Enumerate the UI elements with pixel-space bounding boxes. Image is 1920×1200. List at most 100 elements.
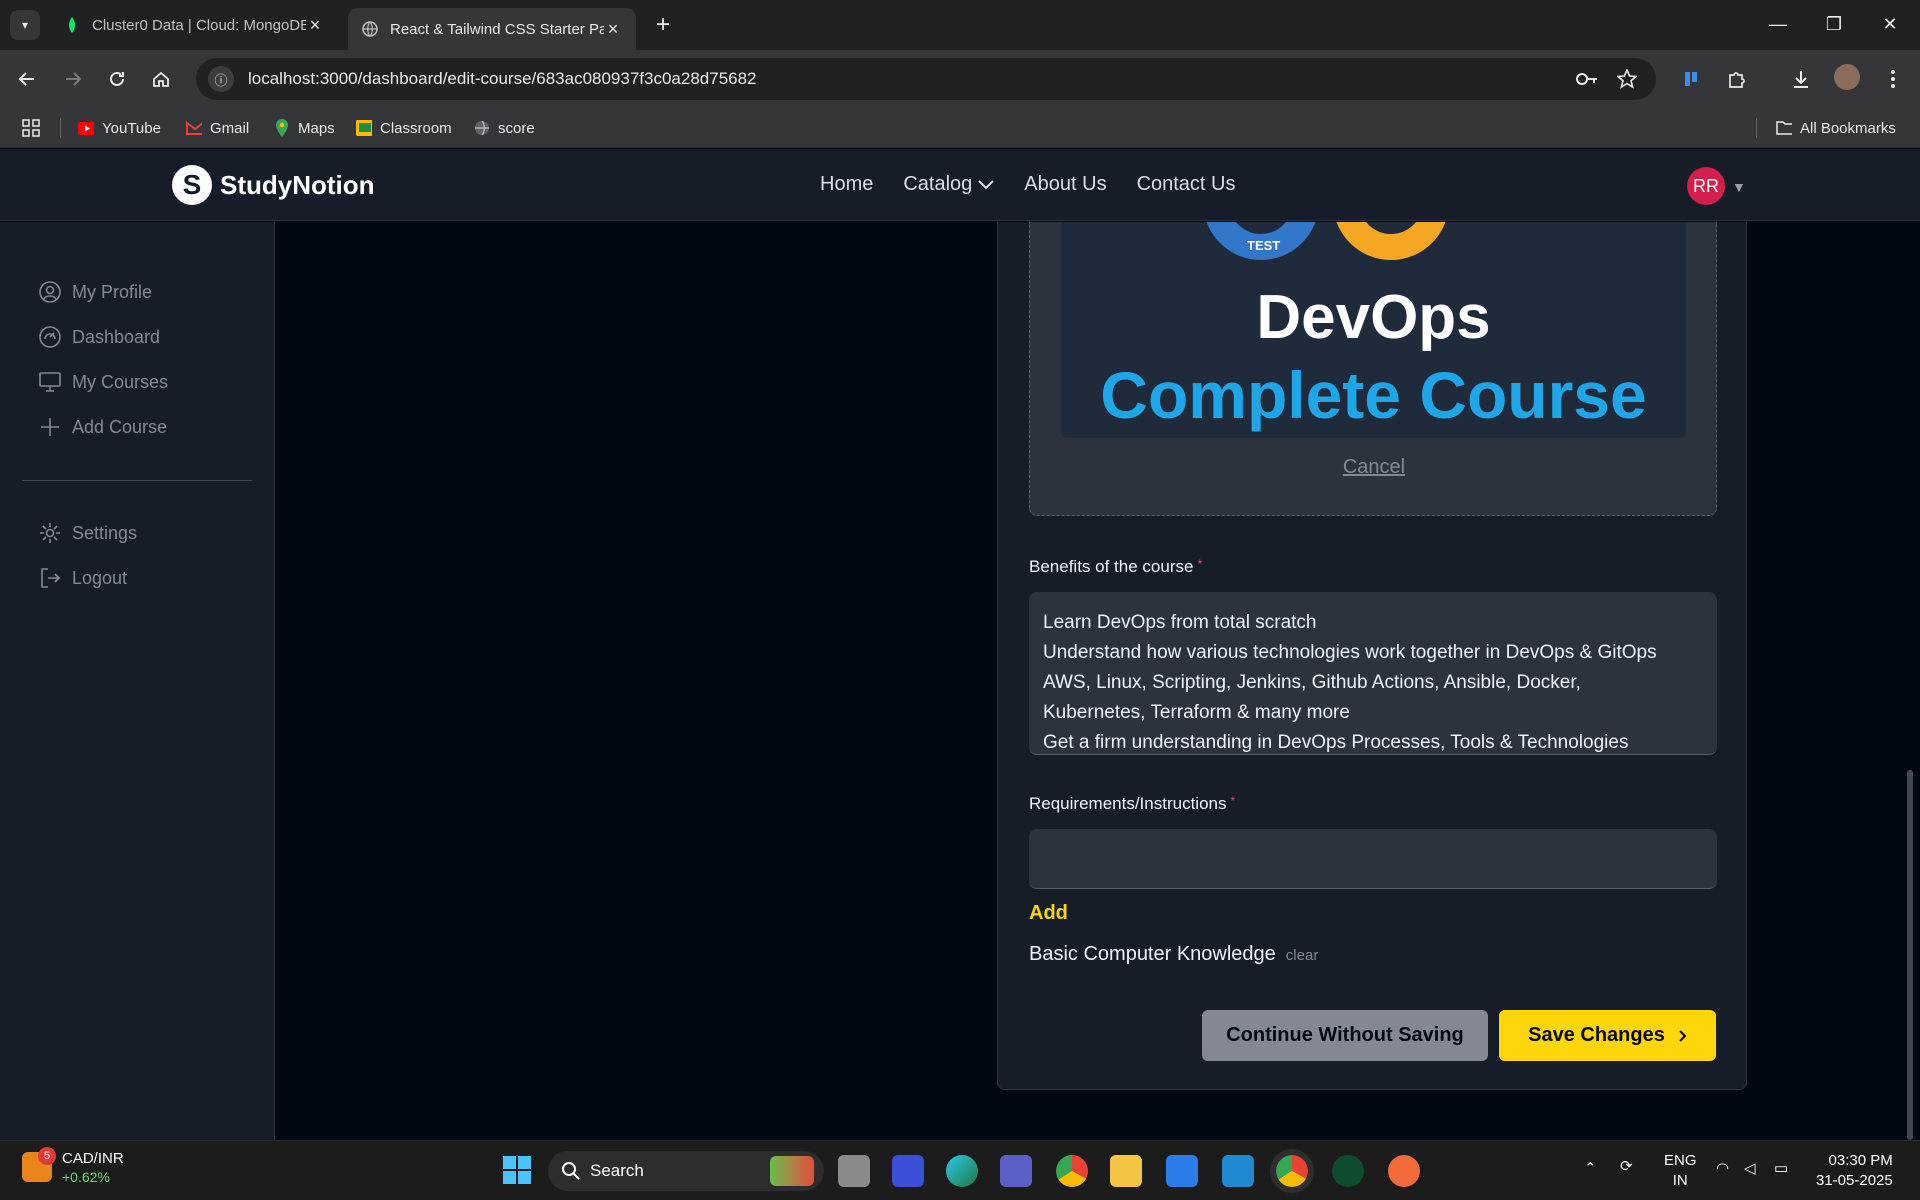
bookmark-score[interactable]: score [474,117,535,139]
password-key-icon[interactable] [1574,66,1600,92]
search-label: Search [590,1161,644,1180]
requirement-text: Basic Computer Knowledge [1029,943,1276,965]
user-circle-icon [38,280,62,304]
download-icon[interactable] [1788,66,1814,92]
forward-icon[interactable] [58,64,88,94]
taskbar-search[interactable]: Search [548,1151,824,1191]
bookmark-label: Gmail [210,119,250,137]
search-highlight-icon [770,1156,814,1186]
teams-icon[interactable] [1000,1155,1032,1187]
app-blue-icon[interactable] [892,1155,924,1187]
windows-start-icon[interactable] [502,1155,534,1187]
new-tab-button[interactable]: + [648,10,678,40]
sidebar-item-settings[interactable]: Settings [38,521,137,545]
edge-icon[interactable] [946,1155,978,1187]
monitor-icon [38,370,62,394]
bookmark-star-icon[interactable] [1614,66,1640,92]
site-info-icon[interactable]: ⓘ [208,66,234,92]
file-explorer-icon[interactable] [1110,1155,1142,1187]
close-window-icon[interactable]: ✕ [1862,8,1918,40]
sidebar-item-label: Settings [72,522,138,543]
address-bar[interactable]: ⓘ localhost:3000/dashboard/edit-course/6… [196,58,1656,100]
language-indicator[interactable]: ENG IN [1664,1151,1697,1191]
thumbnail-subtitle: Complete Course [1100,358,1647,432]
mongodb-leaf-icon [64,17,80,33]
sidebar-item-logout[interactable]: Logout [38,566,127,590]
nav-catalog[interactable]: Catalog [903,173,995,196]
benefits-textarea[interactable]: Learn DevOps from total scratch Understa… [1029,592,1717,755]
region-label: IN [1672,1172,1688,1189]
nav-home[interactable]: Home [820,173,873,196]
page-scrollbar[interactable] [1907,770,1913,1140]
nav-contact[interactable]: Contact Us [1137,173,1236,196]
tray-chevron-icon[interactable]: ⌃ [1584,1159,1597,1179]
nav-catalog-label: Catalog [903,173,973,195]
profile-avatar-icon[interactable] [1834,64,1860,90]
volume-icon[interactable]: ◁ [1744,1159,1756,1179]
extension-blue-icon[interactable] [1678,66,1704,92]
minimize-icon[interactable]: — [1750,8,1806,40]
add-requirement-button[interactable]: Add [1029,902,1068,925]
tab-title: Cluster0 Data | Cloud: MongoDB [92,16,306,34]
sync-icon[interactable]: ⟳ [1620,1157,1633,1177]
required-mark: * [1197,557,1203,571]
bookmark-label: Classroom [380,119,452,137]
requirements-input[interactable] [1029,829,1717,889]
all-bookmarks[interactable]: All Bookmarks [1776,117,1896,139]
user-avatar[interactable]: RR [1687,167,1725,205]
mongodb-compass-icon[interactable] [1332,1155,1364,1187]
restore-icon[interactable]: ❐ [1806,8,1862,40]
sidebar-item-label: My Profile [72,281,153,302]
required-mark: * [1230,794,1236,808]
sidebar-item-my-profile[interactable]: My Profile [38,280,152,304]
bookmark-maps[interactable]: Maps [274,117,335,139]
continue-without-saving-button[interactable]: Continue Without Saving [1202,1010,1488,1061]
time-label: 03:30 PM [1828,1152,1893,1169]
close-tab-icon[interactable]: × [604,19,622,40]
postman-icon[interactable] [1388,1155,1420,1187]
bookmark-label: score [498,119,535,137]
cancel-thumbnail-link[interactable]: Cancel [1030,456,1718,479]
url-text: localhost:3000/dashboard/edit-course/683… [248,69,757,88]
reload-icon[interactable] [102,64,132,94]
back-icon[interactable] [12,64,42,94]
task-view-icon[interactable] [838,1155,870,1187]
benefits-line: Kubernetes, Terraform & many more [1043,702,1350,723]
tab-search-button[interactable]: ▾ [10,10,40,40]
tab-mongodb[interactable]: Cluster0 Data | Cloud: MongoDB × [50,8,338,42]
currency-widget[interactable]: 5 CAD/INR +0.62% [22,1147,124,1185]
menu-kebab-icon[interactable] [1880,66,1906,92]
sidebar-item-dashboard[interactable]: Dashboard [38,325,160,349]
sidebar-item-my-courses[interactable]: My Courses [38,370,168,394]
extensions-puzzle-icon[interactable] [1724,66,1750,92]
chrome-icon[interactable] [1056,1155,1088,1187]
studynotion-logo[interactable]: S StudyNotion [172,165,375,205]
language-label: ENG [1664,1152,1697,1169]
clear-requirement-button[interactable]: clear [1286,947,1319,964]
microsoft-store-icon[interactable] [1166,1155,1198,1187]
sidebar-divider [22,480,252,481]
sidebar-item-add-course[interactable]: Add Course [38,415,167,439]
battery-icon[interactable]: ▭ [1774,1159,1788,1179]
bookmark-gmail[interactable]: Gmail [186,117,249,139]
apps-grid-icon[interactable] [22,117,40,139]
wifi-icon[interactable]: ◠ [1716,1159,1729,1179]
vscode-icon[interactable] [1222,1155,1254,1187]
close-tab-icon[interactable]: × [306,15,324,36]
bookmark-youtube[interactable]: YouTube [78,117,161,139]
save-changes-button[interactable]: Save Changes [1499,1010,1716,1061]
thumbnail-badge-text: TEST [1247,238,1281,253]
sidebar: My Profile Dashboard My Courses Add Cour… [0,222,275,1140]
gmail-icon [186,120,202,136]
nav-home-label: Home [820,173,874,195]
caret-down-icon[interactable]: ▼ [1732,179,1746,195]
tab-react-starter[interactable]: React & Tailwind CSS Starter Pa × [348,8,636,50]
chrome-active-icon[interactable] [1270,1149,1314,1193]
nav-about-label: About Us [1024,173,1107,195]
save-label: Save Changes [1528,1024,1665,1046]
home-icon[interactable] [146,64,176,94]
nav-contact-label: Contact Us [1136,173,1236,195]
bookmark-classroom[interactable]: Classroom [356,117,452,139]
clock[interactable]: 03:30 PM 31-05-2025 [1816,1151,1893,1191]
nav-about[interactable]: About Us [1024,173,1106,196]
